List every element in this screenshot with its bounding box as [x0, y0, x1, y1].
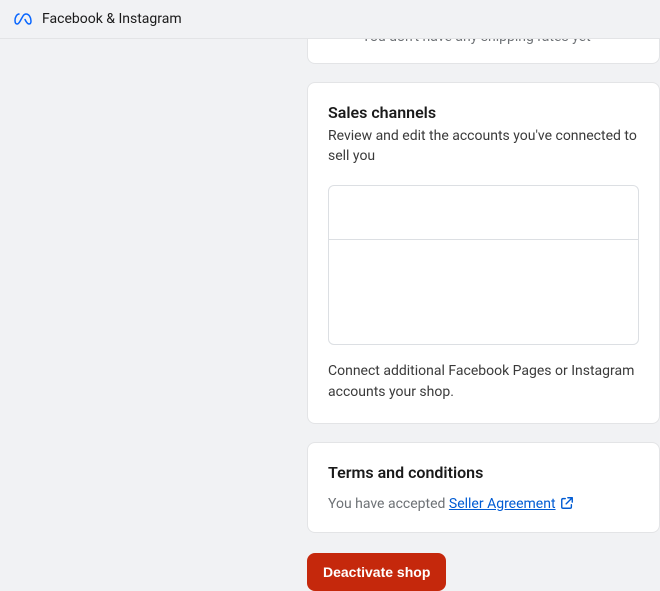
connect-additional-text: Connect additional Facebook Pages or Ins… [328, 361, 639, 403]
terms-text: You have accepted Seller Agreement [328, 496, 639, 512]
terms-accepted-prefix: You have accepted [328, 496, 449, 512]
sales-channels-title: Sales channels [328, 103, 639, 122]
page-header: Facebook & Instagram [0, 0, 660, 39]
shipping-card: You don't have any shipping rates yet [307, 39, 660, 64]
shipping-empty-text: You don't have any shipping rates yet [328, 39, 639, 45]
terms-card: Terms and conditions You have accepted S… [307, 442, 660, 533]
sales-channels-subtitle: Review and edit the accounts you've conn… [328, 126, 639, 167]
sales-channels-card: Sales channels Review and edit the accou… [307, 82, 660, 424]
header-title: Facebook & Instagram [42, 11, 182, 27]
deactivate-shop-button[interactable]: Deactivate shop [307, 553, 446, 591]
meta-icon [14, 13, 32, 25]
seller-agreement-link[interactable]: Seller Agreement [449, 496, 556, 512]
list-divider [329, 239, 638, 240]
main-content: You don't have any shipping rates yet Sa… [0, 39, 660, 591]
accounts-list [328, 185, 639, 345]
external-link-icon [560, 496, 574, 510]
terms-title: Terms and conditions [328, 463, 639, 482]
